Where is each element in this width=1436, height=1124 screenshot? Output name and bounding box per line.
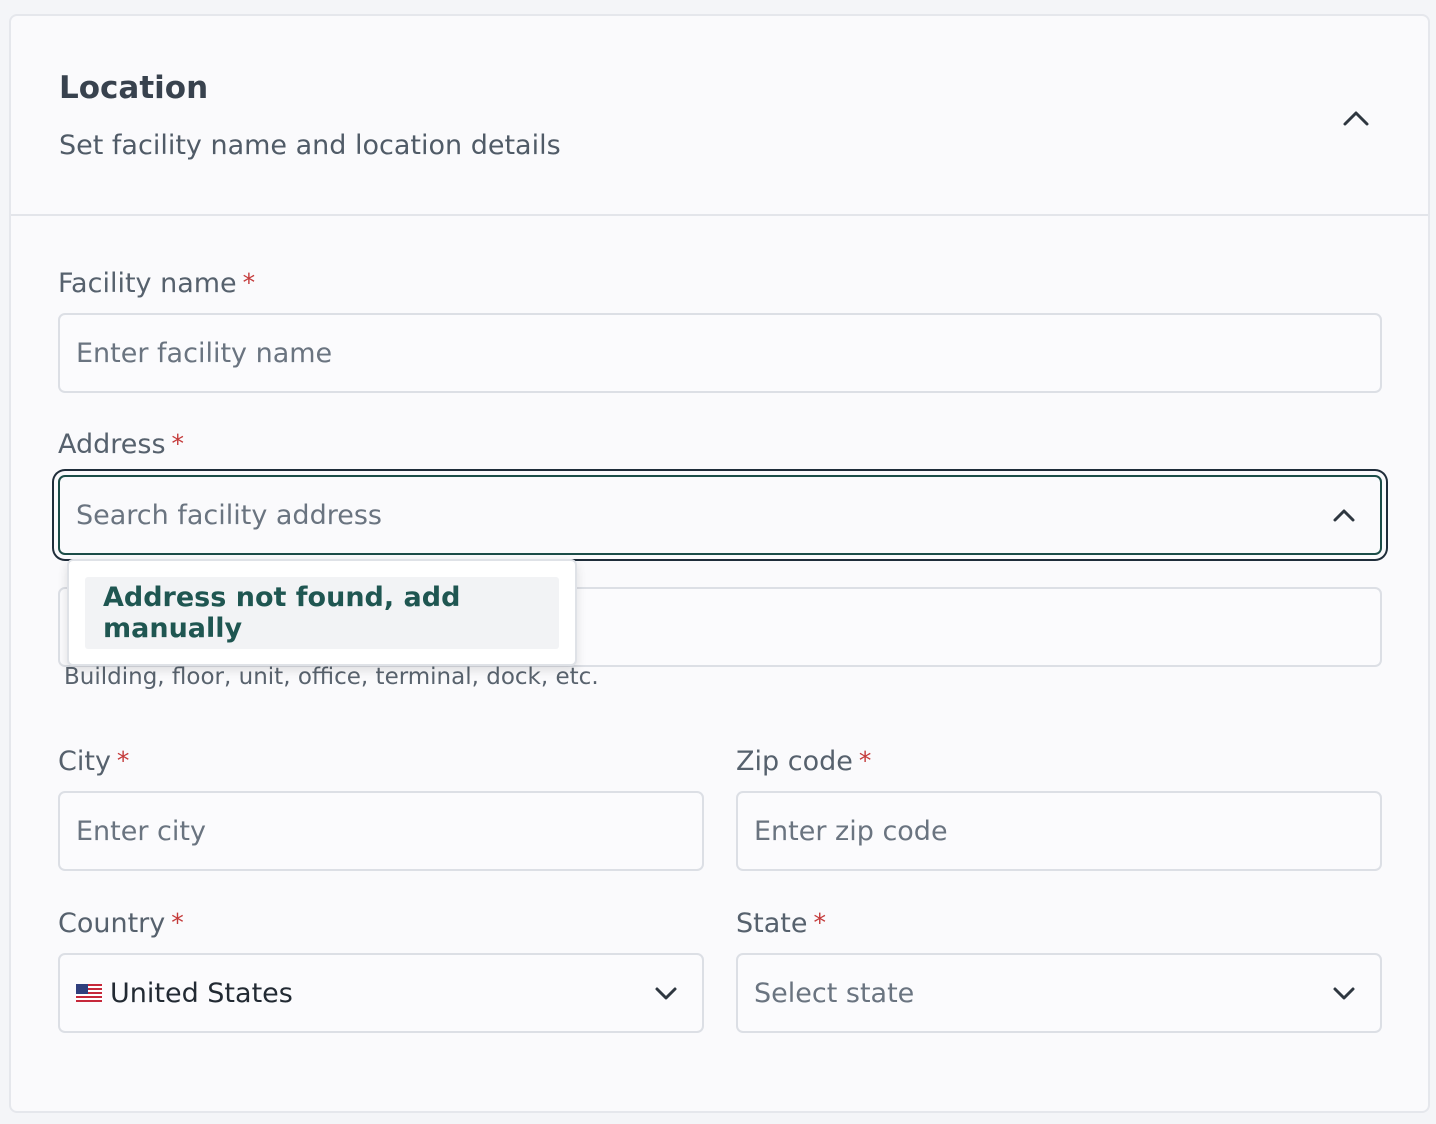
facility-name-field [58, 313, 1382, 393]
city-label: City * [58, 746, 129, 777]
add-address-manually-option[interactable]: Address not found, add manually [85, 577, 559, 649]
chevron-up-icon [1343, 111, 1369, 126]
required-mark: * [171, 429, 185, 458]
state-select[interactable]: Select state [736, 953, 1382, 1033]
chevron-down-icon [652, 983, 680, 1003]
state-label-text: State [736, 908, 808, 939]
required-mark: * [242, 268, 256, 297]
facility-name-label: Facility name * [58, 268, 255, 299]
collapse-section-button[interactable] [1329, 96, 1383, 140]
country-label: Country * [58, 908, 184, 939]
address-label-text: Address [58, 429, 166, 460]
required-mark: * [171, 908, 184, 937]
city-input[interactable] [60, 793, 702, 869]
us-flag-icon [76, 984, 102, 1002]
address-label: Address * [58, 429, 184, 460]
section-title: Location [59, 70, 209, 106]
address-suggestions-dropdown: Address not found, add manually [67, 559, 577, 666]
address-line2-hint: Building, floor, unit, office, terminal,… [64, 664, 599, 690]
zip-code-label-text: Zip code [736, 746, 853, 777]
country-label-text: Country [58, 908, 166, 939]
zip-code-label: Zip code * [736, 746, 871, 777]
city-field [58, 791, 704, 871]
required-mark: * [858, 746, 872, 775]
state-select-placeholder: Select state [754, 977, 915, 1009]
state-label: State * [736, 908, 826, 939]
zip-code-field [736, 791, 1382, 871]
section-subtitle: Set facility name and location details [59, 130, 561, 161]
chevron-down-icon [1330, 983, 1358, 1003]
country-select[interactable]: United States [58, 953, 704, 1033]
address-field [58, 475, 1382, 555]
address-search-input[interactable] [60, 477, 1380, 553]
zip-code-input[interactable] [738, 793, 1380, 869]
city-label-text: City [58, 746, 111, 777]
section-header: Location Set facility name and location … [11, 16, 1428, 216]
facility-name-input[interactable] [60, 315, 1380, 391]
facility-name-label-text: Facility name [58, 268, 237, 299]
required-mark: * [813, 908, 826, 937]
required-mark: * [116, 746, 130, 775]
country-select-value: United States [110, 977, 293, 1009]
chevron-up-icon[interactable] [1330, 505, 1358, 525]
